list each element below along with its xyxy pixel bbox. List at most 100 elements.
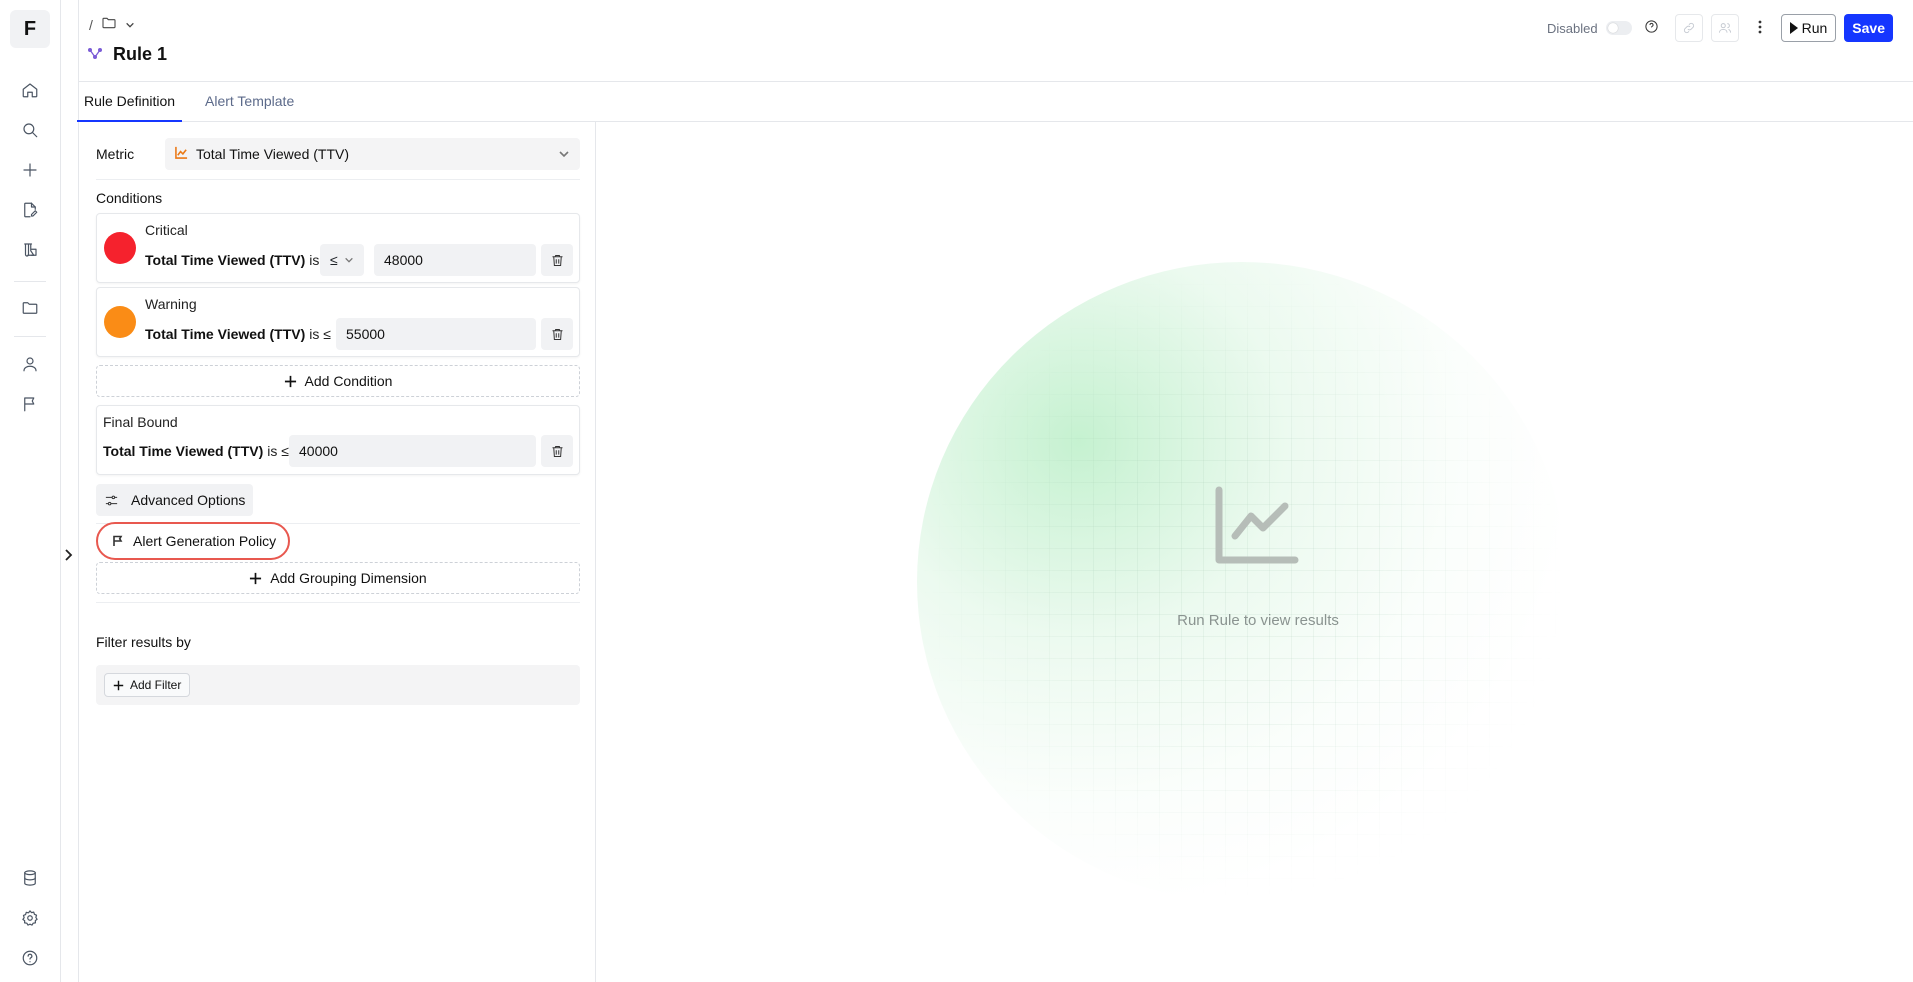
metric-select-value: Total Time Viewed (TTV) [196, 146, 350, 162]
folder-icon[interactable] [101, 15, 117, 34]
save-button[interactable]: Save [1844, 14, 1893, 42]
breadcrumb-separator: / [89, 16, 93, 33]
final-bound-metric: Total Time Viewed (TTV) [103, 443, 264, 459]
copy-link-button[interactable] [1674, 14, 1703, 42]
chevron-down-icon[interactable] [125, 17, 135, 33]
operator-select[interactable]: ≤ [320, 244, 364, 276]
help-icon[interactable] [1644, 19, 1659, 37]
link-icon [1683, 23, 1694, 33]
condition-is: is ≤ [309, 326, 331, 342]
add-condition-button[interactable]: Add Condition [96, 365, 580, 397]
collapse-strip [61, 0, 79, 982]
filter-label: Filter results by [96, 634, 191, 650]
tab-alert-template[interactable]: Alert Template [205, 82, 294, 122]
condition-metric: Total Time Viewed (TTV) [145, 252, 306, 268]
more-options-icon[interactable] [1753, 20, 1767, 37]
chart-line-icon [175, 146, 188, 162]
users-icon [1718, 23, 1731, 33]
nav-rail: F [0, 0, 61, 982]
database-icon[interactable] [18, 866, 42, 890]
status-label: Disabled [1547, 20, 1598, 36]
trash-icon [552, 445, 562, 457]
expand-panel-button[interactable] [62, 544, 76, 566]
lab-icon[interactable] [18, 238, 42, 262]
page-header: / Rule 1 Disabled Run Save [79, 0, 1913, 82]
help-icon[interactable] [18, 946, 42, 970]
delete-condition-button[interactable] [541, 318, 573, 350]
condition-name: Warning [145, 296, 197, 312]
rule-icon [87, 45, 103, 64]
run-button[interactable]: Run [1780, 14, 1837, 42]
trash-icon [552, 328, 562, 340]
metric-select[interactable]: Total Time Viewed (TTV) [165, 138, 580, 170]
plus-icon [284, 375, 296, 387]
flag-icon [113, 535, 123, 546]
condition-expression: Total Time Viewed (TTV) is [145, 252, 319, 268]
trash-icon [552, 254, 562, 266]
sliders-icon [105, 495, 118, 505]
gear-icon[interactable] [18, 906, 42, 930]
user-icon[interactable] [18, 352, 42, 376]
results-area: Run Rule to view results [597, 122, 1913, 982]
final-bound-card: Final Bound Total Time Viewed (TTV) is ≤ [96, 405, 580, 475]
delete-condition-button[interactable] [541, 244, 573, 276]
threshold-input[interactable] [374, 244, 536, 276]
empty-state-grid [917, 262, 1567, 902]
delete-final-bound-button[interactable] [541, 435, 573, 467]
alert-policy-label: Alert Generation Policy [133, 533, 277, 549]
search-icon[interactable] [18, 118, 42, 142]
add-filter-button[interactable]: Add Filter [104, 673, 191, 697]
nav-divider [14, 281, 46, 282]
condition-name: Critical [145, 222, 188, 238]
flag-icon[interactable] [18, 392, 42, 416]
chevron-right-icon [65, 549, 73, 561]
condition-is: is [309, 252, 320, 268]
home-icon[interactable] [18, 78, 42, 102]
condition-card-critical: Critical Total Time Viewed (TTV) is ≤ [96, 213, 580, 283]
run-button-label: Run [1801, 20, 1828, 36]
metric-label: Metric [96, 146, 135, 162]
plus-icon[interactable] [18, 158, 42, 182]
empty-state-message: Run Rule to view results [1177, 612, 1339, 629]
play-icon [1789, 22, 1798, 34]
plus-icon [113, 680, 124, 690]
tab-rule-definition[interactable]: Rule Definition [77, 82, 183, 122]
add-grouping-dimension-button[interactable]: Add Grouping Dimension [96, 562, 580, 594]
operator-value: ≤ [330, 252, 338, 268]
plus-icon [250, 572, 262, 584]
advanced-options-button[interactable]: Advanced Options [96, 484, 254, 516]
final-bound-name: Final Bound [103, 414, 178, 430]
tab-bar: Rule Definition Alert Template [77, 82, 1913, 122]
chevron-down-icon [344, 257, 353, 263]
chart-line-icon [1213, 486, 1299, 566]
filter-box: Add Filter [96, 665, 580, 705]
document-edit-icon[interactable] [18, 198, 42, 222]
divider [96, 179, 580, 180]
divider [96, 602, 580, 603]
add-condition-label: Add Condition [304, 373, 393, 389]
condition-expression: Total Time Viewed (TTV) is ≤ [145, 326, 331, 342]
share-users-button[interactable] [1710, 14, 1739, 42]
conditions-label: Conditions [96, 190, 163, 206]
add-grouping-label: Add Grouping Dimension [270, 570, 427, 586]
condition-metric: Total Time Viewed (TTV) [145, 326, 306, 342]
chevron-down-icon [558, 147, 570, 163]
title-row: Rule 1 [87, 44, 167, 65]
final-bound-is: is ≤ [267, 443, 289, 459]
enable-toggle[interactable] [1605, 21, 1632, 35]
header-actions: Disabled Run Save [1547, 14, 1893, 42]
severity-dot-critical [104, 232, 136, 264]
breadcrumb: / [89, 15, 135, 34]
advanced-options-label: Advanced Options [131, 492, 246, 508]
app-logo[interactable]: F [10, 10, 50, 48]
nav-divider [14, 336, 46, 337]
condition-card-warning: Warning Total Time Viewed (TTV) is ≤ [96, 287, 580, 357]
folder-icon[interactable] [18, 296, 42, 320]
rule-definition-panel: Metric Total Time Viewed (TTV) Condition… [79, 122, 596, 982]
alert-generation-policy-button[interactable]: Alert Generation Policy [96, 522, 290, 560]
final-bound-expression: Total Time Viewed (TTV) is ≤ [103, 443, 289, 459]
threshold-input[interactable] [336, 318, 536, 350]
severity-dot-warning [104, 306, 136, 338]
add-filter-label: Add Filter [130, 678, 182, 692]
final-bound-input[interactable] [289, 435, 536, 467]
